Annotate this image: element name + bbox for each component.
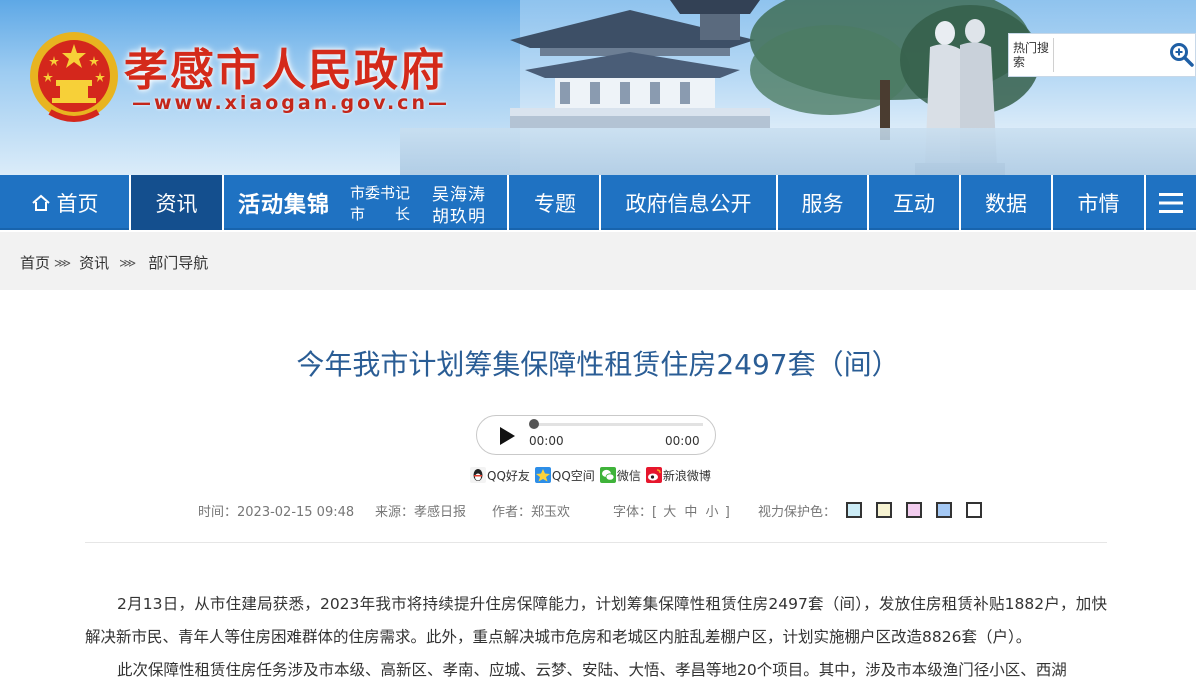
hamburger-menu-icon[interactable] bbox=[1146, 175, 1196, 230]
breadcrumb: 首页 ⋙ 资讯 ⋙ 部门导航 bbox=[20, 252, 208, 273]
qzone-icon bbox=[534, 467, 551, 483]
breadcrumb-info[interactable]: 资讯 bbox=[79, 252, 109, 273]
qq-icon bbox=[470, 467, 486, 483]
campaign-title: 活动集锦 bbox=[238, 193, 331, 218]
share-weibo-label: 新浪微博 bbox=[662, 468, 711, 483]
wechat-icon bbox=[599, 467, 616, 483]
eye-color-swatch[interactable] bbox=[876, 502, 892, 518]
nav-city-label: 市情 bbox=[1077, 191, 1120, 216]
share-wechat[interactable]: 微信 bbox=[599, 467, 641, 484]
main-nav: 首页 资讯 活动集锦 市委书记 吴海涛 市 长 胡玖明 专题 政府信息公开 服务… bbox=[0, 175, 1196, 230]
hot-search-label[interactable]: 热门搜索 bbox=[1013, 41, 1049, 69]
nav-info[interactable]: 资讯 bbox=[131, 175, 224, 230]
total-time: 00:00 bbox=[665, 434, 700, 448]
site-url: —www.xiaogan.gov.cn— bbox=[132, 92, 450, 114]
nav-topic[interactable]: 专题 bbox=[511, 175, 601, 230]
share-qq-zone-label: QQ空间 bbox=[551, 468, 595, 483]
progress-knob[interactable] bbox=[529, 419, 539, 429]
home-icon bbox=[31, 194, 50, 211]
article-meta: 时间：2023-02-15 09:48 来源：孝感日报 作者：郑玉欢 字体：[ … bbox=[0, 501, 1196, 520]
eye-color-swatch[interactable] bbox=[906, 502, 922, 518]
campaign-role-mayor: 市 长 bbox=[350, 205, 411, 223]
breadcrumb-dept-nav[interactable]: 部门导航 bbox=[148, 252, 208, 273]
breadcrumb-separator: ⋙ bbox=[119, 255, 137, 270]
article-body: 2月13日，从市住建局获悉，2023年我市将持续提升住房保障能力，计划筹集保障性… bbox=[85, 588, 1107, 687]
magnifier-icon[interactable] bbox=[1169, 42, 1195, 68]
water-reflection bbox=[400, 128, 1196, 175]
national-emblem-icon bbox=[30, 32, 118, 122]
menu-lines bbox=[1159, 192, 1183, 213]
search-input[interactable] bbox=[1053, 38, 1165, 72]
share-weibo[interactable]: 新浪微博 bbox=[645, 467, 711, 484]
nav-data[interactable]: 数据 bbox=[961, 175, 1053, 230]
share-qq-friend-label: QQ好友 bbox=[487, 468, 530, 483]
breadcrumb-separator: ⋙ bbox=[54, 255, 72, 270]
publish-time: 时间：2023-02-15 09:48 bbox=[198, 505, 355, 520]
nav-interaction[interactable]: 互动 bbox=[869, 175, 961, 230]
share-qq-zone[interactable]: QQ空间 bbox=[534, 467, 595, 484]
campaign-role-secretary: 市委书记 bbox=[350, 184, 411, 202]
article-author: 作者：郑玉欢 bbox=[492, 505, 571, 520]
breadcrumb-bar: 首页 ⋙ 资讯 ⋙ 部门导航 bbox=[0, 232, 1196, 290]
play-icon[interactable] bbox=[497, 426, 517, 446]
campaign-name-mayor[interactable]: 胡玖明 bbox=[432, 202, 486, 227]
article-paragraph: 2月13日，从市住建局获悉，2023年我市将持续提升住房保障能力，计划筹集保障性… bbox=[85, 595, 1107, 646]
article-title: 今年我市计划筹集保障性租赁住房2497套（间） bbox=[296, 348, 900, 381]
audio-player: 00:00 00:00 bbox=[476, 415, 716, 455]
divider bbox=[85, 542, 1107, 543]
font-size-small[interactable]: 小 bbox=[706, 505, 719, 520]
breadcrumb-home[interactable]: 首页 bbox=[20, 252, 50, 273]
header-banner: 孝感市人民政府 —www.xiaogan.gov.cn— 热门搜索 bbox=[0, 0, 1196, 175]
eye-color-swatch[interactable] bbox=[966, 502, 982, 518]
share-qq-friend[interactable]: QQ好友 bbox=[470, 467, 530, 484]
nav-home[interactable]: 首页 bbox=[0, 175, 131, 230]
share-wechat-label: 微信 bbox=[616, 468, 641, 483]
nav-interaction-label: 互动 bbox=[893, 191, 935, 216]
weibo-icon bbox=[645, 467, 662, 483]
search-box: 热门搜索 bbox=[1008, 33, 1196, 77]
article-paragraph: 此次保障性租赁住房任务涉及市本级、高新区、孝南、应城、云梦、安陆、大悟、孝昌等地… bbox=[117, 661, 1067, 679]
font-size-close: ] bbox=[724, 505, 730, 520]
font-size-medium[interactable]: 中 bbox=[684, 505, 697, 520]
site-title: 孝感市人民政府 bbox=[124, 45, 446, 96]
share-bar: QQ好友 QQ空间 微信 新浪微博 bbox=[470, 466, 716, 484]
nav-service-label: 服务 bbox=[801, 191, 844, 216]
article-source: 来源：孝感日报 bbox=[375, 505, 467, 520]
nav-city[interactable]: 市情 bbox=[1053, 175, 1146, 230]
nav-gov-info-label: 政府信息公开 bbox=[625, 191, 752, 216]
progress-track[interactable] bbox=[533, 423, 703, 426]
nav-info-label: 资讯 bbox=[155, 191, 198, 216]
nav-service[interactable]: 服务 bbox=[778, 175, 869, 230]
nav-topic-label: 专题 bbox=[534, 191, 576, 216]
font-size-large[interactable]: 大 bbox=[663, 505, 676, 520]
nav-home-label: 首页 bbox=[56, 191, 99, 216]
font-size-label: 字体：[ bbox=[613, 505, 658, 520]
nav-campaign[interactable]: 活动集锦 市委书记 吴海涛 市 长 胡玖明 bbox=[224, 175, 509, 230]
eye-color-swatch[interactable] bbox=[936, 502, 952, 518]
eye-protect-label: 视力保护色： bbox=[758, 505, 837, 520]
eye-color-swatch[interactable] bbox=[846, 502, 862, 518]
font-size-control: 字体：[ 大 中 小 ] bbox=[613, 501, 730, 520]
nav-data-label: 数据 bbox=[985, 191, 1027, 216]
current-time: 00:00 bbox=[529, 434, 564, 448]
nav-gov-info[interactable]: 政府信息公开 bbox=[601, 175, 778, 230]
